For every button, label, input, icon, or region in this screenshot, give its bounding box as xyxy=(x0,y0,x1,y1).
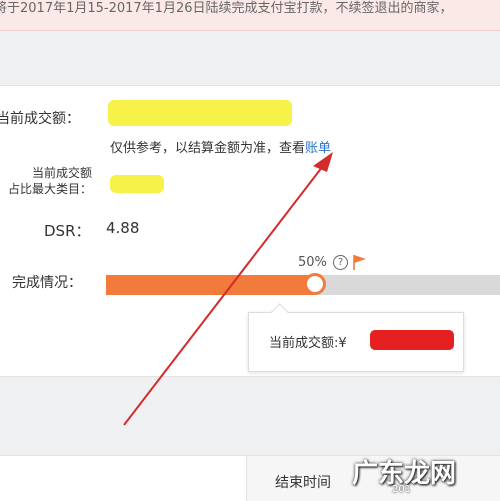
watermark-sub: 201 xyxy=(392,484,412,495)
annotation-arrow xyxy=(123,152,333,426)
